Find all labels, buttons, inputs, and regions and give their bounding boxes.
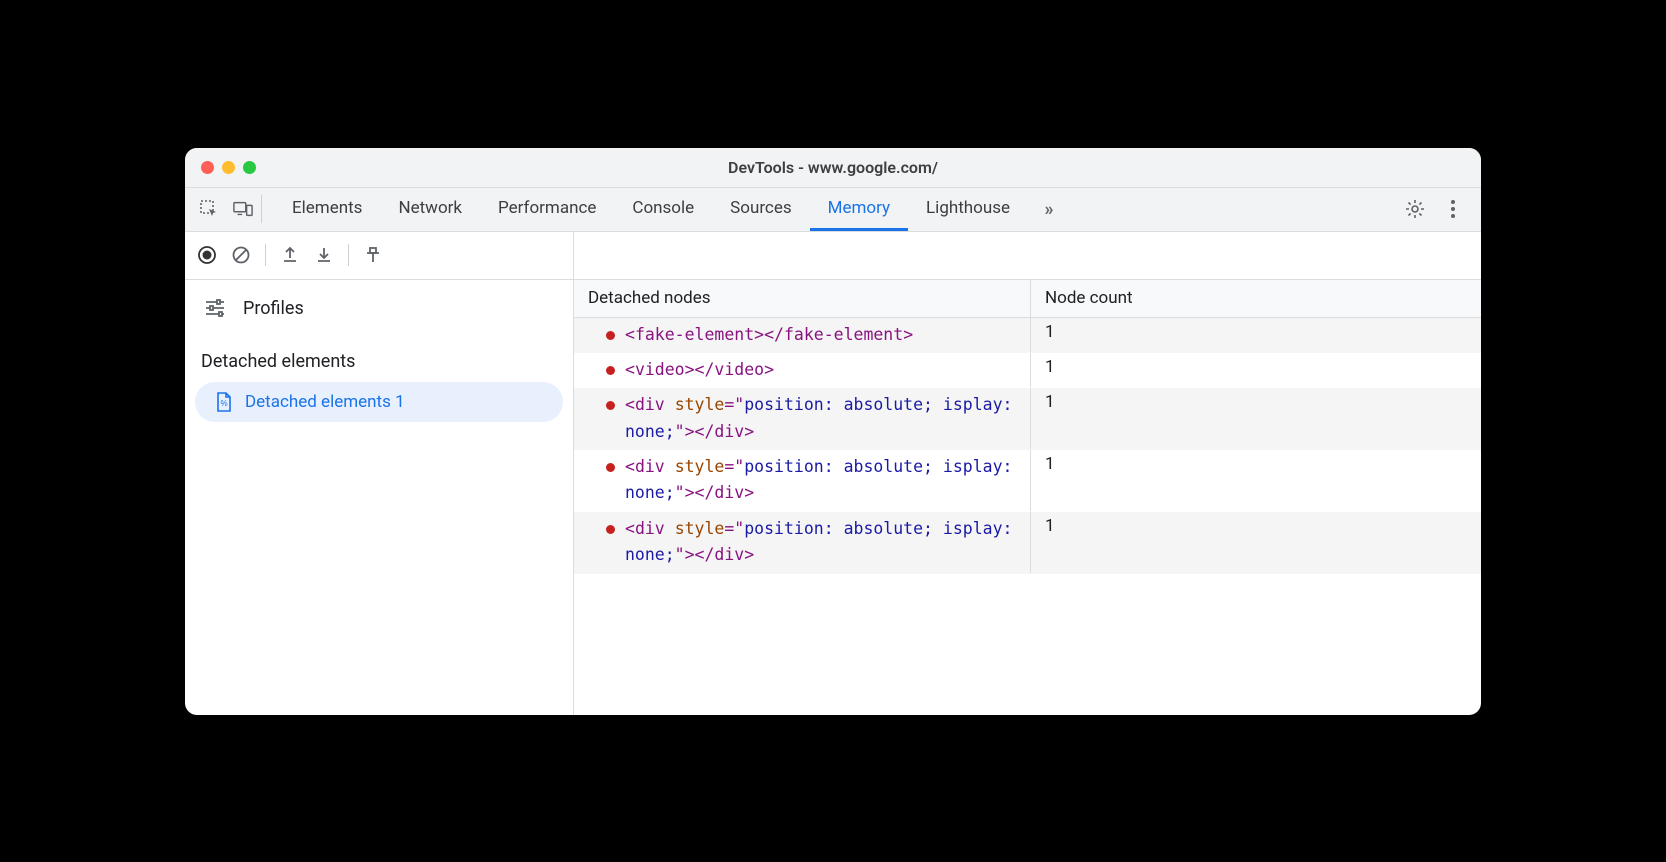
column-header-count[interactable]: Node count bbox=[1031, 280, 1481, 317]
profile-item[interactable]: % Detached elements 1 bbox=[195, 382, 563, 422]
table-row[interactable]: <div style="position: absolute; isplay: … bbox=[574, 512, 1481, 574]
tabbar: ElementsNetworkPerformanceConsoleSources… bbox=[185, 188, 1481, 232]
cell-detached-node: <video></video> bbox=[574, 353, 1031, 387]
settings-icon[interactable] bbox=[1405, 199, 1425, 219]
inspect-element-icon[interactable] bbox=[199, 199, 219, 219]
filter-icon bbox=[205, 299, 225, 317]
cell-node-count: 1 bbox=[1031, 512, 1481, 573]
profile-item-label: Detached elements 1 bbox=[245, 392, 405, 412]
tab-sources[interactable]: Sources bbox=[712, 187, 809, 231]
section-title: Detached elements bbox=[185, 333, 573, 382]
tabbar-right bbox=[1405, 199, 1471, 219]
cell-node-count: 1 bbox=[1031, 388, 1481, 449]
file-icon: % bbox=[215, 392, 233, 412]
profiles-header[interactable]: Profiles bbox=[185, 284, 573, 333]
tab-lighthouse[interactable]: Lighthouse bbox=[908, 187, 1028, 231]
table-row[interactable]: <div style="position: absolute; isplay: … bbox=[574, 388, 1481, 450]
svg-text:%: % bbox=[220, 399, 227, 408]
table-header: Detached nodes Node count bbox=[574, 280, 1481, 318]
node-marker-icon bbox=[606, 401, 615, 410]
device-toolbar-icon[interactable] bbox=[233, 199, 253, 219]
cell-detached-node: <div style="position: absolute; isplay: … bbox=[574, 512, 1031, 573]
node-marker-icon bbox=[606, 463, 615, 472]
main-toolbar bbox=[574, 232, 1481, 280]
maximize-window-button[interactable] bbox=[243, 161, 256, 174]
clear-icon[interactable] bbox=[231, 245, 251, 265]
tab-console[interactable]: Console bbox=[614, 187, 712, 231]
main-panel: Detached nodes Node count <fake-element>… bbox=[574, 232, 1481, 715]
traffic-lights bbox=[185, 161, 256, 174]
import-icon[interactable] bbox=[314, 245, 334, 265]
cell-node-count: 1 bbox=[1031, 353, 1481, 387]
tabbar-left-tools bbox=[195, 195, 262, 223]
cell-detached-node: <div style="position: absolute; isplay: … bbox=[574, 450, 1031, 511]
collect-garbage-icon[interactable] bbox=[363, 245, 383, 265]
node-marker-icon bbox=[606, 366, 615, 375]
table-row[interactable]: <fake-element></fake-element>1 bbox=[574, 318, 1481, 353]
table-row[interactable]: <video></video>1 bbox=[574, 353, 1481, 388]
cell-detached-node: <div style="position: absolute; isplay: … bbox=[574, 388, 1031, 449]
tabs-container: ElementsNetworkPerformanceConsoleSources… bbox=[274, 187, 1028, 231]
table-row[interactable]: <div style="position: absolute; isplay: … bbox=[574, 450, 1481, 512]
sidebar: Profiles Detached elements % Detached ele… bbox=[185, 232, 574, 715]
cell-node-count: 1 bbox=[1031, 318, 1481, 352]
tab-elements[interactable]: Elements bbox=[274, 187, 380, 231]
devtools-window: DevTools - www.google.com/ ElementsNetwo… bbox=[185, 148, 1481, 715]
record-icon[interactable] bbox=[197, 245, 217, 265]
window-title: DevTools - www.google.com/ bbox=[728, 158, 938, 177]
cell-node-count: 1 bbox=[1031, 450, 1481, 511]
close-window-button[interactable] bbox=[201, 161, 214, 174]
minimize-window-button[interactable] bbox=[222, 161, 235, 174]
tab-network[interactable]: Network bbox=[380, 187, 480, 231]
titlebar: DevTools - www.google.com/ bbox=[185, 148, 1481, 188]
content-area: Profiles Detached elements % Detached ele… bbox=[185, 232, 1481, 715]
memory-toolbar bbox=[185, 232, 573, 280]
table-body: <fake-element></fake-element>1<video></v… bbox=[574, 318, 1481, 715]
more-tabs-button[interactable]: » bbox=[1038, 199, 1058, 219]
column-header-nodes[interactable]: Detached nodes bbox=[574, 280, 1031, 317]
kebab-menu-icon[interactable] bbox=[1443, 199, 1463, 219]
export-icon[interactable] bbox=[280, 245, 300, 265]
tab-memory[interactable]: Memory bbox=[810, 187, 908, 231]
node-marker-icon bbox=[606, 525, 615, 534]
cell-detached-node: <fake-element></fake-element> bbox=[574, 318, 1031, 352]
node-marker-icon bbox=[606, 331, 615, 340]
profiles-label: Profiles bbox=[243, 298, 304, 319]
tab-performance[interactable]: Performance bbox=[480, 187, 614, 231]
sidebar-body: Profiles Detached elements % Detached ele… bbox=[185, 280, 573, 426]
